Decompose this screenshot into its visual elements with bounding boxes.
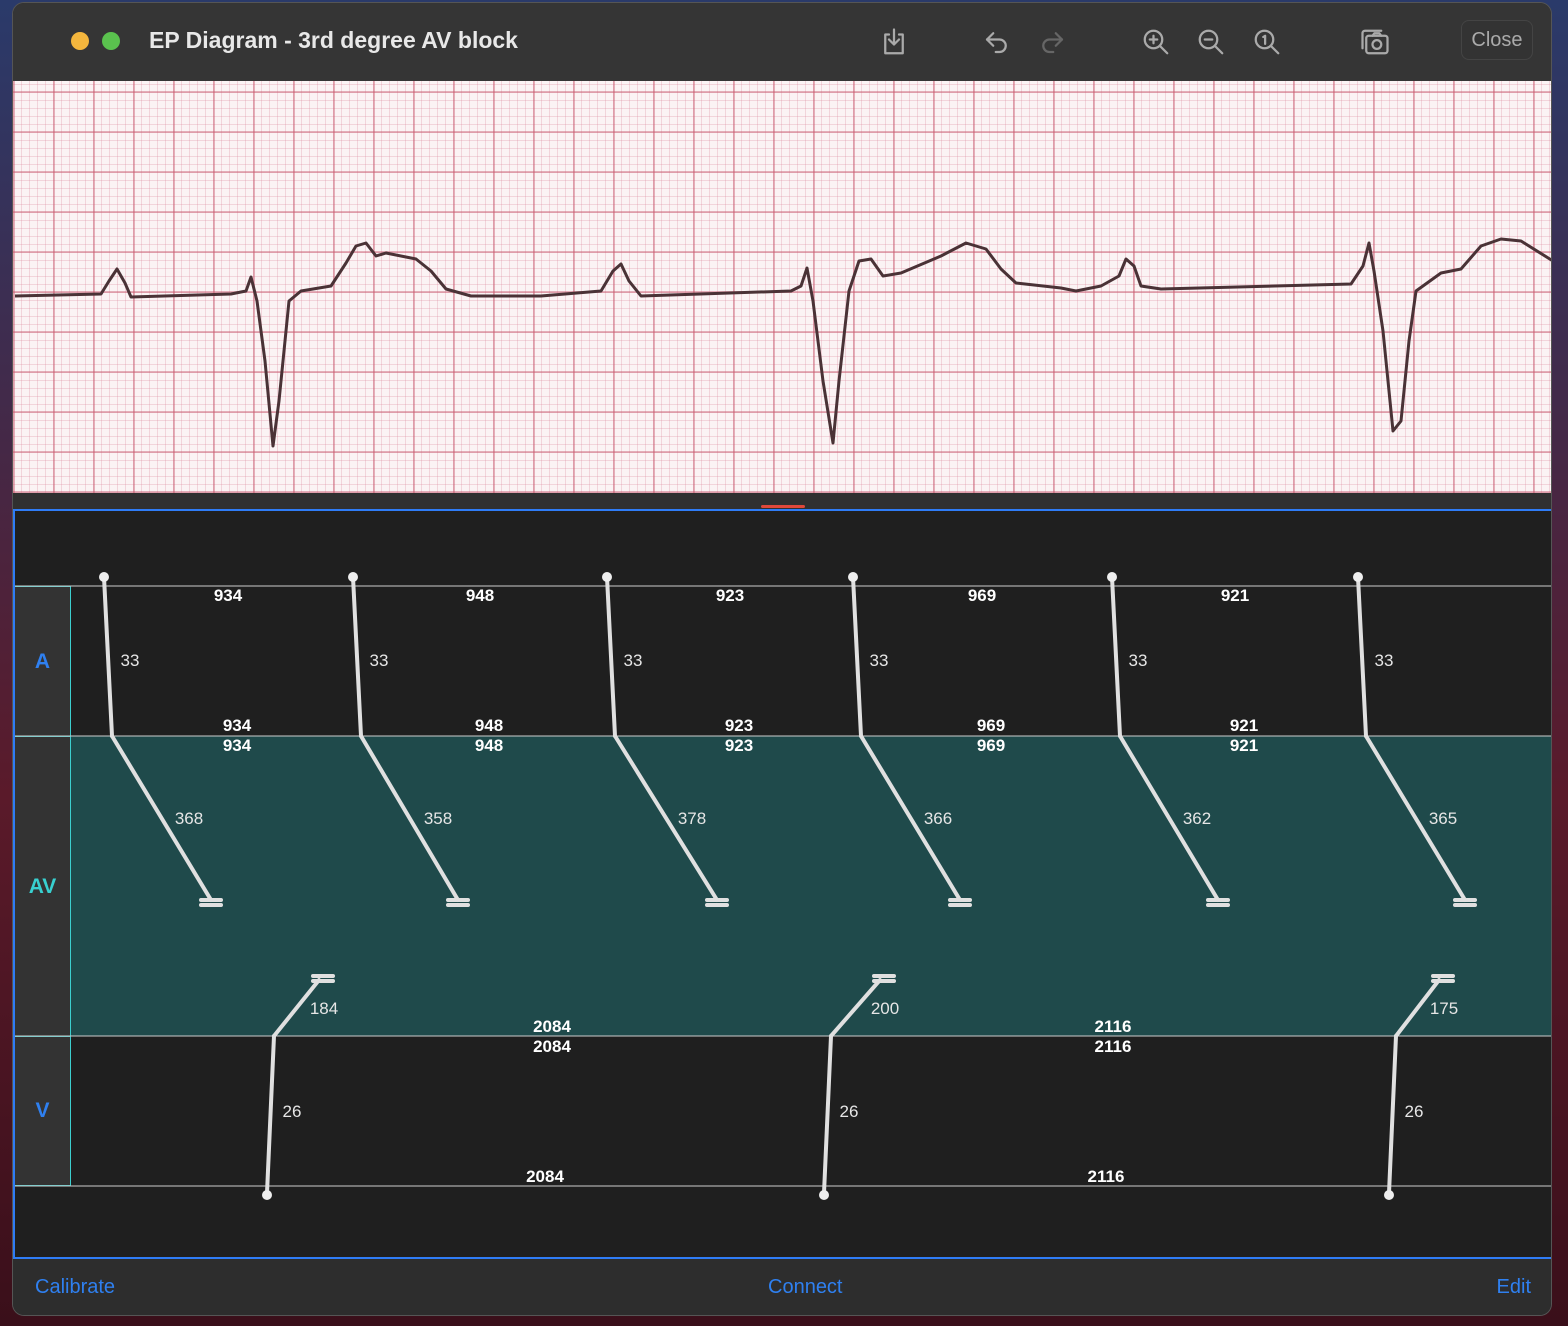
zoom-reset-icon[interactable] <box>1250 25 1284 59</box>
v-mark-anchor[interactable] <box>819 1190 829 1200</box>
close-button[interactable]: Close <box>1461 20 1533 60</box>
v-conduction-time: 26 <box>839 1102 859 1121</box>
av-conduction-time: 366 <box>923 809 953 828</box>
snapshot-icon[interactable] <box>1358 25 1392 59</box>
av-conduction-time: 365 <box>1428 809 1458 828</box>
v-cycle-length: 2084 <box>533 1037 571 1056</box>
a-conduction-time: 33 <box>1128 651 1148 670</box>
zoom-out-icon[interactable] <box>1194 25 1228 59</box>
v-cycle-length: 2116 <box>1094 1017 1132 1036</box>
a-mark-anchor[interactable] <box>99 572 109 582</box>
a-cycle-length: 934 <box>222 736 252 755</box>
a-cycle-length: 921 <box>1220 586 1250 605</box>
edit-button[interactable]: Edit <box>1497 1276 1531 1299</box>
a-cycle-length: 969 <box>967 586 997 605</box>
av-conduction-time: 378 <box>677 809 707 828</box>
v-mark-anchor[interactable] <box>262 1190 272 1200</box>
v-mark[interactable] <box>822 1034 833 1195</box>
redo-icon[interactable] <box>1035 25 1069 59</box>
bottom-toolbar: Calibrate Connect Edit <box>13 1259 1551 1315</box>
a-cycle-length: 921 <box>1229 736 1259 755</box>
a-mark[interactable] <box>605 575 617 738</box>
a-mark[interactable] <box>351 575 363 738</box>
av-conduction-time: 368 <box>174 809 204 828</box>
calibrate-button[interactable]: Calibrate <box>35 1276 115 1299</box>
a-mark[interactable] <box>102 575 114 738</box>
v-conduction-time: 26 <box>1404 1102 1424 1121</box>
av-retro-time: 184 <box>309 999 339 1018</box>
a-mark-anchor[interactable] <box>1107 572 1117 582</box>
connect-button[interactable]: Connect <box>768 1276 843 1299</box>
v-cycle-length: 2116 <box>1094 1037 1132 1056</box>
ladder-marks[interactable] <box>15 511 1551 1257</box>
a-mark[interactable] <box>1110 575 1122 738</box>
a-cycle-length: 921 <box>1229 716 1259 735</box>
a-mark-anchor[interactable] <box>602 572 612 582</box>
a-conduction-time: 33 <box>623 651 643 670</box>
splitter[interactable] <box>13 493 1551 509</box>
a-cycle-length: 948 <box>465 586 495 605</box>
av-region-selected[interactable] <box>71 736 1551 1036</box>
v-mark-anchor[interactable] <box>1384 1190 1394 1200</box>
a-mark[interactable] <box>1356 575 1368 738</box>
av-conduction-time: 362 <box>1182 809 1212 828</box>
v-cycle-length: 2084 <box>533 1017 571 1036</box>
a-mark[interactable] <box>851 575 863 738</box>
a-conduction-time: 33 <box>120 651 140 670</box>
a-cycle-length: 948 <box>474 716 504 735</box>
ecg-trace <box>14 237 1551 448</box>
v-cycle-length: 2084 <box>526 1167 564 1186</box>
a-cycle-length: 923 <box>724 736 754 755</box>
v-mark[interactable] <box>1387 1034 1398 1195</box>
a-cycle-length: 948 <box>474 736 504 755</box>
a-cycle-length: 934 <box>213 586 243 605</box>
window-title: EP Diagram - 3rd degree AV block <box>149 27 518 53</box>
ecg-strip-image[interactable] <box>13 81 1551 493</box>
title-bar: EP Diagram - 3rd degree AV block Close <box>13 3 1551 81</box>
a-mark-anchor[interactable] <box>1353 572 1363 582</box>
zoom-in-icon[interactable] <box>1139 25 1173 59</box>
av-conduction-time: 358 <box>423 809 453 828</box>
ladder-diagram[interactable]: A AV V 33 368 33 358 33 378 33 366 33 362 33 365 934… <box>13 509 1551 1259</box>
av-retro-time: 175 <box>1429 999 1459 1018</box>
v-cycle-length: 2116 <box>1087 1167 1125 1186</box>
a-cycle-length: 923 <box>715 586 745 605</box>
minimize-button[interactable] <box>71 32 89 50</box>
a-conduction-time: 33 <box>369 651 389 670</box>
undo-icon[interactable] <box>980 25 1014 59</box>
a-cycle-length: 923 <box>724 716 754 735</box>
zoom-window-button[interactable] <box>102 32 120 50</box>
a-mark-anchor[interactable] <box>348 572 358 582</box>
av-retro-time: 200 <box>870 999 900 1018</box>
a-cycle-length: 969 <box>976 736 1006 755</box>
a-conduction-time: 33 <box>869 651 889 670</box>
ep-diagram-window: EP Diagram - 3rd degree AV block Close A… <box>12 2 1552 1316</box>
a-mark-anchor[interactable] <box>848 572 858 582</box>
a-cycle-length: 934 <box>222 716 252 735</box>
share-icon[interactable] <box>877 25 911 59</box>
a-cycle-length: 969 <box>976 716 1006 735</box>
a-conduction-time: 33 <box>1374 651 1394 670</box>
splitter-handle[interactable] <box>761 505 805 508</box>
v-conduction-time: 26 <box>282 1102 302 1121</box>
v-mark[interactable] <box>265 1034 276 1195</box>
